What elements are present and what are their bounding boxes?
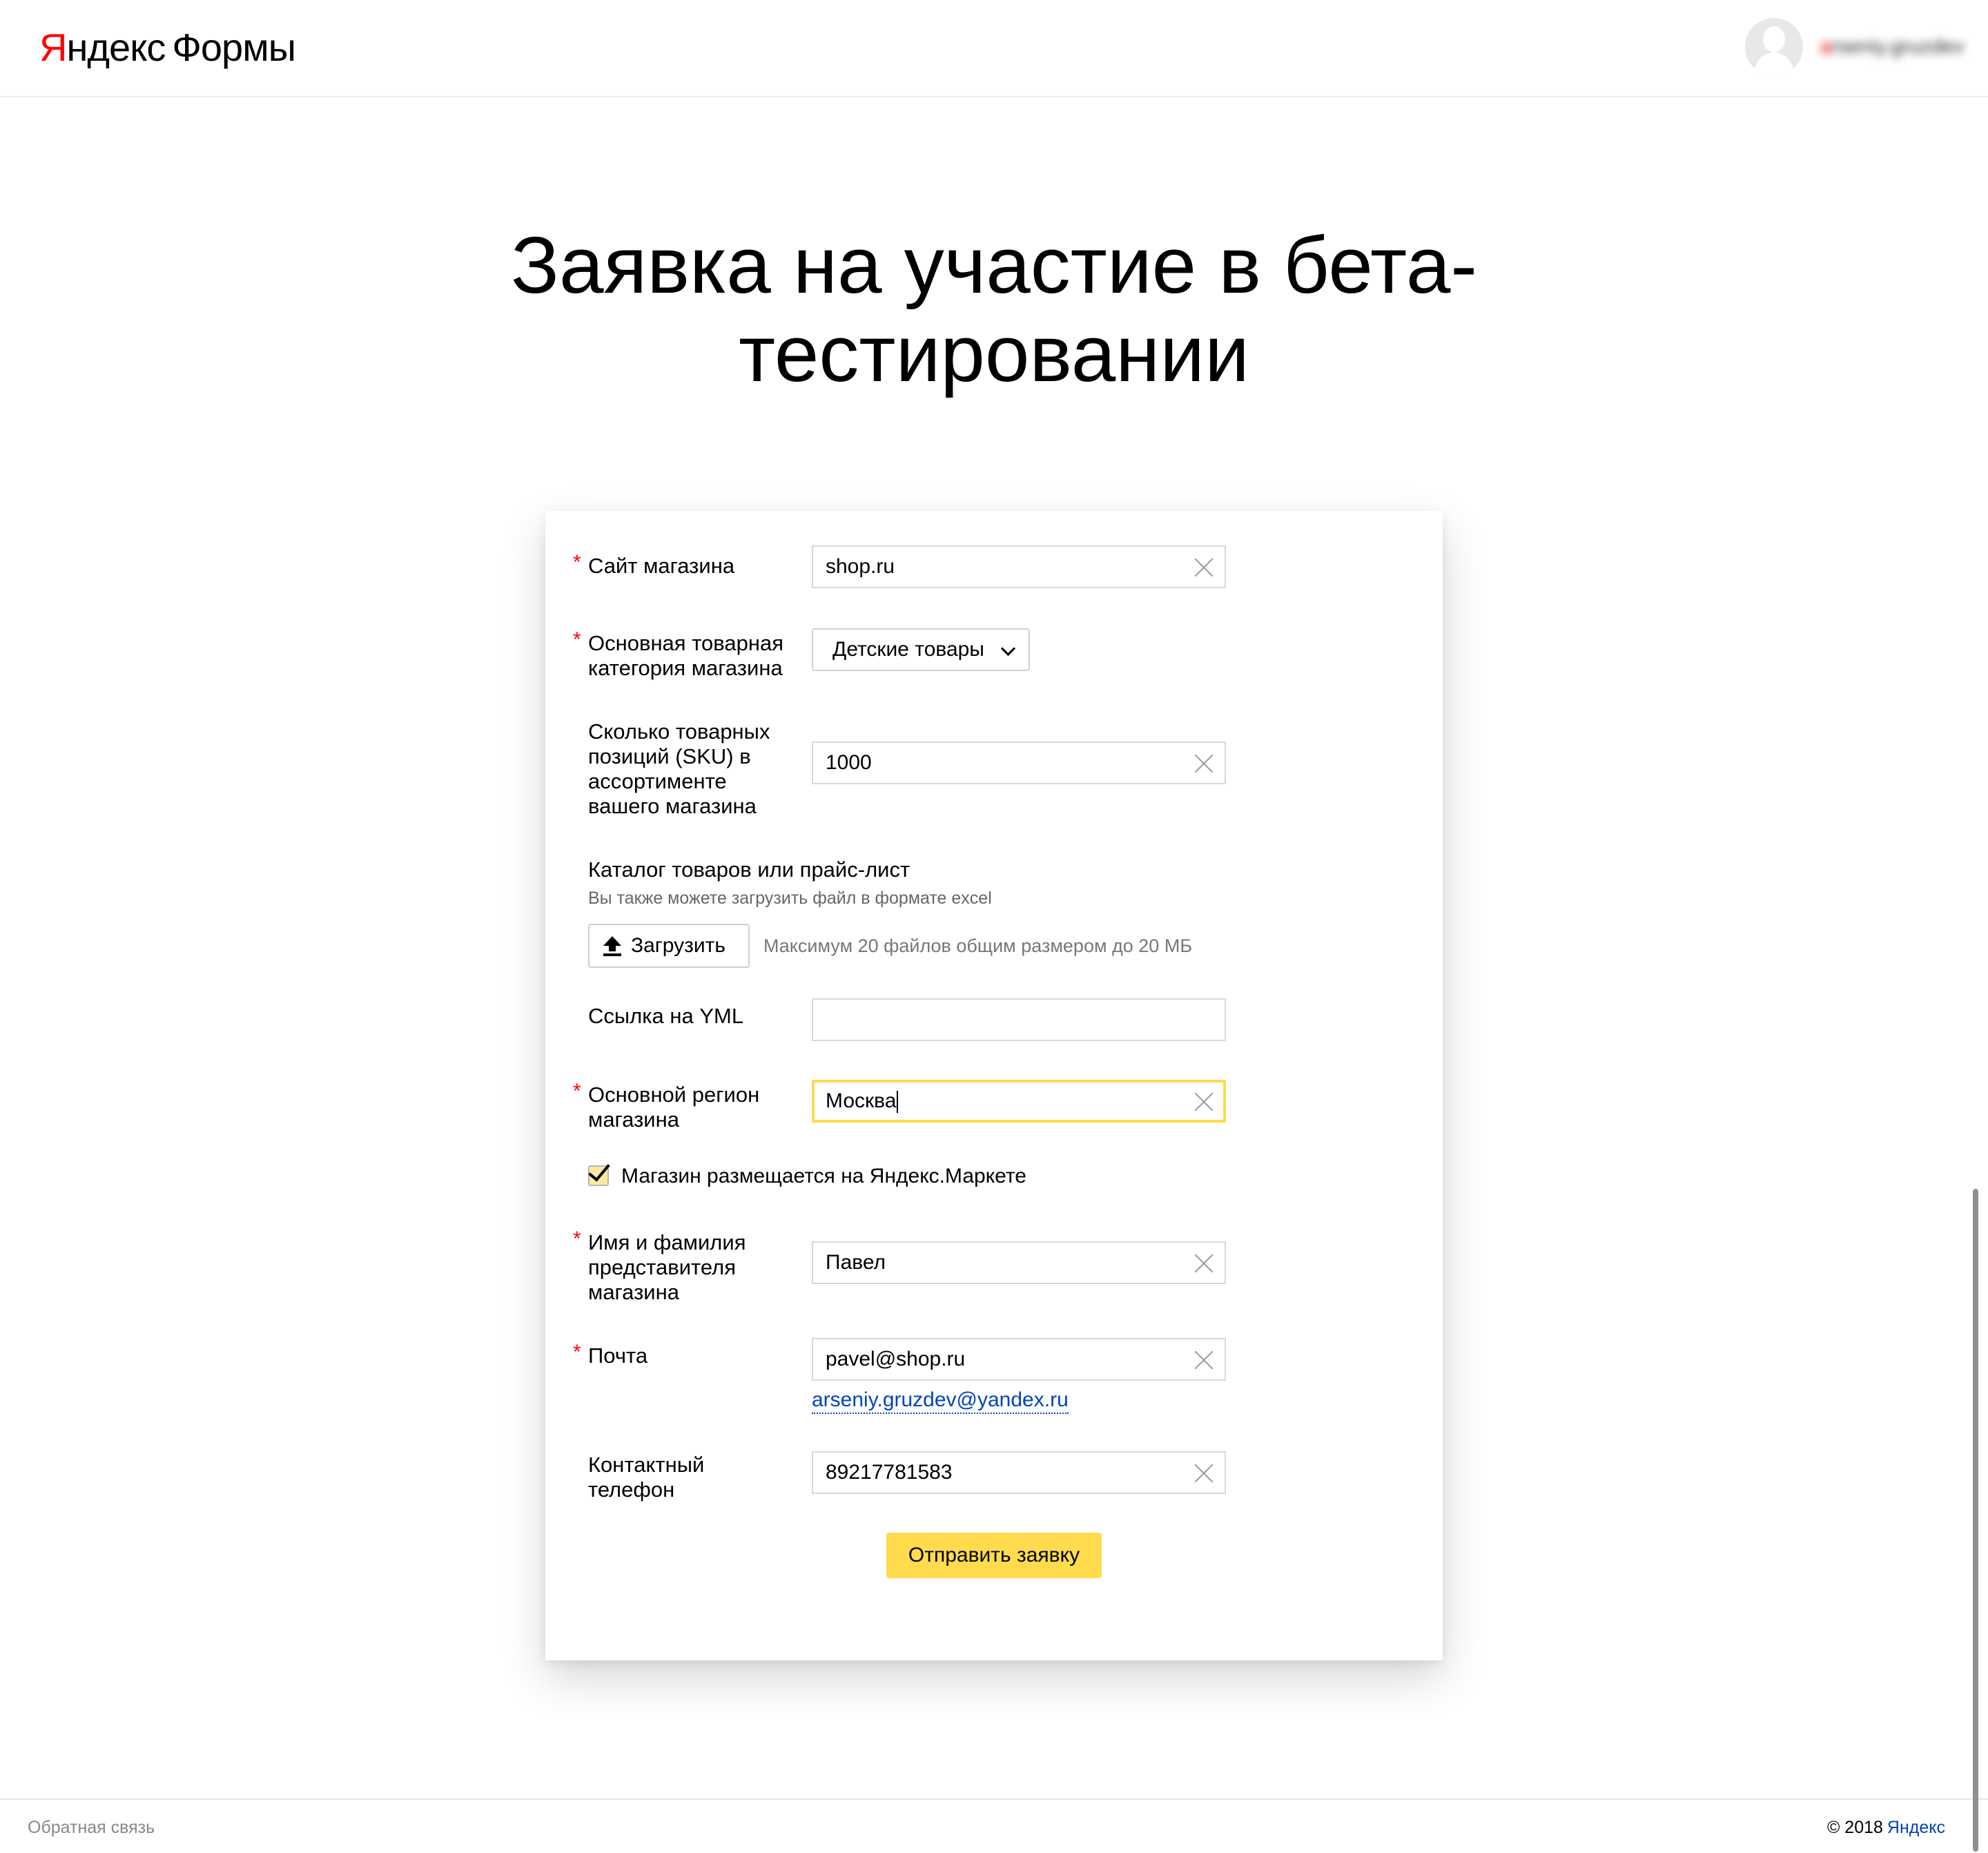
sku-input[interactable]: 1000	[812, 741, 1226, 784]
avatar-head-shape	[1763, 26, 1785, 52]
region-label: Основной регион магазина	[588, 1083, 760, 1132]
phone-input[interactable]: 89217781583	[812, 1451, 1226, 1494]
logo-yandex: ндекс	[66, 26, 166, 69]
name-value: Павел	[826, 1251, 886, 1274]
clear-icon[interactable]	[1194, 1092, 1214, 1112]
category-label: Основная товарная категория магазина	[588, 631, 784, 680]
text-caret	[897, 1091, 899, 1114]
region-text: Москва	[826, 1089, 897, 1112]
clear-icon[interactable]	[1194, 558, 1214, 577]
username-first-letter: a	[1820, 35, 1831, 58]
form-card: * Сайт магазина shop.ru * Основная товар…	[545, 511, 1443, 1660]
sku-value: 1000	[826, 751, 872, 774]
feedback-link[interactable]: Обратная связь	[28, 1818, 155, 1838]
phone-value: 89217781583	[826, 1461, 953, 1484]
logo-product: Формы	[172, 26, 296, 69]
sku-label: Сколько товарных позиций (SKU) в ассорти…	[588, 719, 770, 818]
required-mark: *	[573, 551, 581, 574]
site-label: Сайт магазина	[588, 554, 735, 578]
page-title: Заявка на участие в бета-тестировании	[510, 220, 1478, 398]
phone-label: Контактный телефон	[588, 1453, 705, 1502]
clear-icon[interactable]	[1194, 1254, 1214, 1273]
catalog-title: Каталог товаров или прайс-лист	[588, 857, 910, 882]
market-checkbox-label[interactable]: Магазин размещается на Яндекс.Маркете	[621, 1164, 1026, 1189]
name-label: Имя и фамилия представителя магазина	[588, 1230, 746, 1304]
yml-label: Ссылка на YML	[588, 1004, 744, 1028]
category-select[interactable]: Детские товары	[812, 628, 1030, 671]
upload-button[interactable]: Загрузить	[588, 924, 750, 968]
yandex-forms-logo[interactable]: Яндекс Формы	[39, 25, 296, 70]
clear-icon[interactable]	[1194, 1464, 1214, 1483]
avatar-body-shape	[1755, 52, 1793, 76]
username-text: rseniy.gruzdev	[1831, 35, 1965, 58]
clear-icon[interactable]	[1194, 1350, 1214, 1370]
user-menu[interactable]: arseniy.gruzdev	[1745, 18, 1965, 76]
region-input[interactable]: Москва	[812, 1080, 1226, 1123]
scrollbar[interactable]	[1973, 1189, 1978, 1852]
yandex-link[interactable]: Яндекс	[1887, 1818, 1945, 1837]
email-label: Почта	[588, 1343, 648, 1368]
email-suggestion-link[interactable]: arseniy.gruzdev@yandex.ru	[812, 1388, 1069, 1414]
email-value: pavel@shop.ru	[826, 1348, 966, 1370]
copyright: © 2018 Яндекс	[1827, 1818, 1945, 1838]
required-mark: *	[573, 1080, 581, 1103]
required-mark: *	[573, 1228, 581, 1250]
clear-icon[interactable]	[1194, 754, 1214, 773]
name-input[interactable]: Павел	[812, 1241, 1226, 1284]
site-input[interactable]: shop.ru	[812, 545, 1226, 588]
market-checkbox[interactable]	[588, 1158, 610, 1186]
required-mark: *	[573, 1341, 581, 1364]
upload-label: Загрузить	[631, 934, 725, 957]
copyright-text: © 2018	[1826, 1818, 1883, 1837]
avatar[interactable]	[1745, 18, 1803, 76]
catalog-hint: Вы также можете загрузить файл в формате…	[588, 889, 992, 908]
required-mark: *	[573, 628, 581, 651]
site-value: shop.ru	[826, 555, 895, 578]
header: Яндекс Формы arseniy.gruzdev	[0, 0, 1988, 97]
category-value: Детские товары	[832, 638, 984, 661]
logo-letter: Я	[39, 26, 67, 69]
username[interactable]: arseniy.gruzdev	[1820, 35, 1965, 59]
footer: Обратная связь © 2018 Яндекс	[0, 1798, 1988, 1853]
region-value: Москва	[826, 1083, 899, 1120]
checkmark-icon	[588, 1158, 610, 1182]
upload-note: Максимум 20 файлов общим размером до 20 …	[763, 935, 1193, 956]
submit-button[interactable]: Отправить заявку	[886, 1533, 1102, 1578]
yml-input[interactable]	[812, 998, 1226, 1041]
chevron-down-icon	[1000, 641, 1016, 657]
upload-icon	[603, 936, 621, 956]
email-input[interactable]: pavel@shop.ru	[812, 1338, 1226, 1381]
